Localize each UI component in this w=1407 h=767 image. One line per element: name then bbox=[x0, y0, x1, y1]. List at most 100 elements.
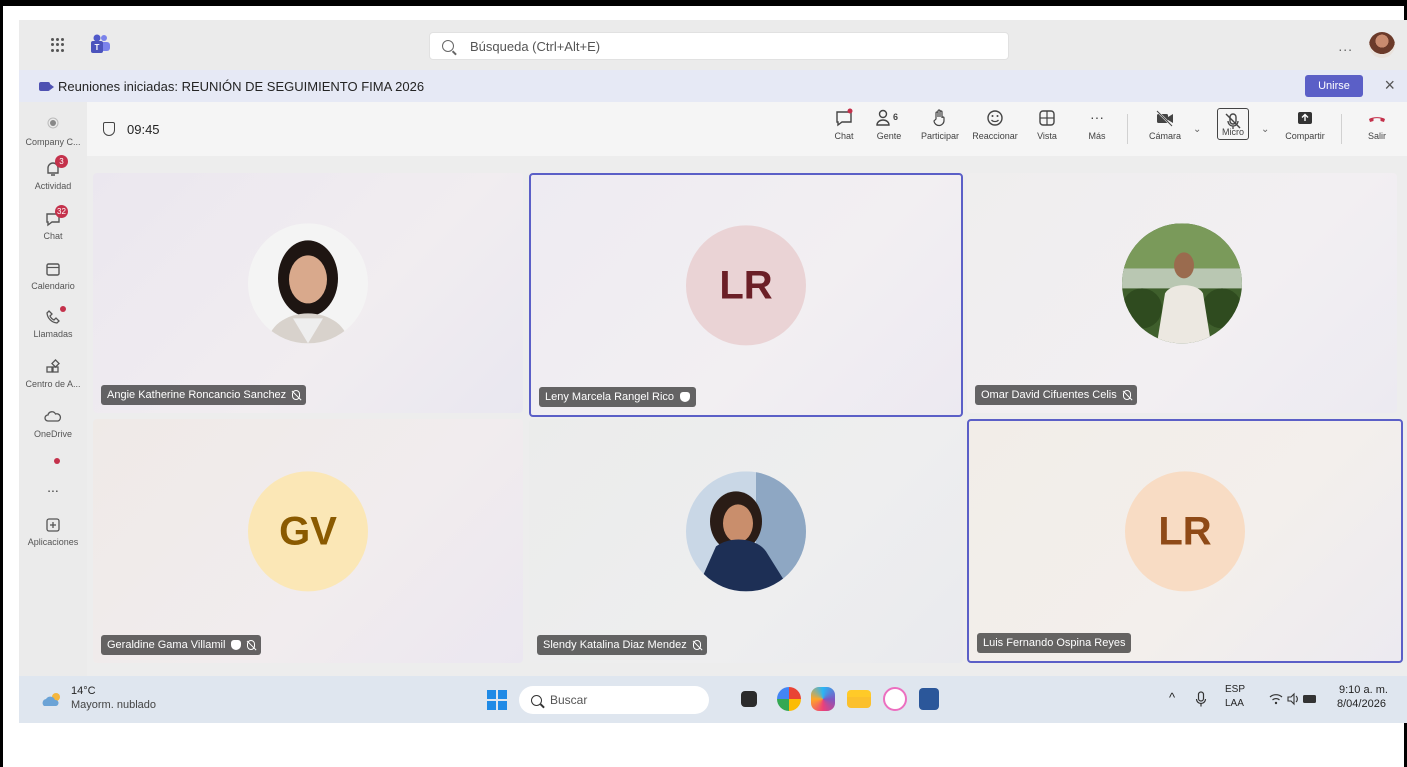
weather-description[interactable]: Mayorm. nublado bbox=[71, 699, 156, 711]
view-button[interactable]: Vista bbox=[1019, 108, 1075, 152]
participant-tile[interactable]: Angie Katherine Roncancio Sanchez bbox=[93, 173, 523, 413]
participant-name: Geraldine Gama Villamil bbox=[107, 639, 226, 651]
clock-date[interactable]: 8/04/2026 bbox=[1337, 698, 1386, 710]
view-label: Vista bbox=[1037, 131, 1057, 141]
add-app-icon bbox=[46, 518, 60, 532]
people-icon: 6 bbox=[876, 108, 899, 128]
taskbar-search[interactable]: Buscar bbox=[519, 686, 709, 714]
mic-button[interactable]: Micro bbox=[1205, 108, 1261, 152]
company-icon bbox=[47, 117, 59, 129]
react-label: Reaccionar bbox=[972, 131, 1018, 141]
rail-item-apps-center[interactable]: Centro de A... bbox=[19, 358, 87, 389]
participant-tile[interactable]: Slendy Katalina Diaz Mendez bbox=[529, 419, 963, 663]
rail-item-more[interactable]: ... bbox=[19, 458, 87, 495]
raised-hand-icon bbox=[680, 392, 691, 402]
rail-item-calendar[interactable]: Calendario bbox=[19, 260, 87, 291]
camera-off-icon bbox=[1155, 108, 1175, 128]
teams-window: T Búsqueda (Ctrl+Alt+E) ... Reuniones in… bbox=[19, 20, 1407, 723]
title-bar: T Búsqueda (Ctrl+Alt+E) ... bbox=[19, 20, 1407, 70]
mic-off-icon bbox=[1122, 390, 1131, 400]
chat-badge: 32 bbox=[55, 205, 68, 218]
camera-label: Cámara bbox=[1148, 131, 1181, 141]
participant-name: Luis Fernando Ospina Reyes bbox=[983, 637, 1126, 649]
task-view-icon[interactable] bbox=[741, 691, 757, 707]
rail-item-onedrive[interactable]: OneDrive bbox=[19, 408, 87, 439]
camera-options-chevron-icon[interactable]: ⌄ bbox=[1193, 124, 1201, 135]
people-count: 6 bbox=[893, 112, 898, 122]
mic-options-chevron-icon[interactable]: ⌄ bbox=[1261, 124, 1269, 135]
search-icon bbox=[531, 694, 542, 706]
rail-item-activity[interactable]: 3 Actividad bbox=[19, 155, 87, 191]
rail-label: Centro de A... bbox=[25, 379, 81, 389]
file-explorer-icon[interactable] bbox=[847, 690, 871, 708]
join-button[interactable]: Unirse bbox=[1305, 75, 1363, 97]
bell-icon: 3 bbox=[44, 155, 68, 178]
participant-tile-active-speaker[interactable]: LR Luis Fernando Ospina Reyes bbox=[967, 419, 1403, 663]
camera-button[interactable]: Cámara bbox=[1137, 108, 1193, 152]
participant-name-tag: Omar David Cifuentes Celis bbox=[975, 385, 1137, 405]
language-code[interactable]: ESP bbox=[1225, 684, 1245, 695]
rail-label: Llamadas bbox=[33, 329, 73, 339]
music-app-icon[interactable] bbox=[883, 687, 907, 711]
app-launcher-icon[interactable] bbox=[51, 38, 65, 52]
activity-badge: 3 bbox=[55, 155, 68, 168]
leave-button[interactable]: Salir bbox=[1349, 108, 1405, 152]
participant-name-tag: Slendy Katalina Diaz Mendez bbox=[537, 635, 707, 655]
rail-item-chat[interactable]: 32 Chat bbox=[19, 205, 87, 241]
mic-off-icon bbox=[292, 390, 301, 400]
more-dots-icon bbox=[44, 458, 62, 476]
raise-hand-button[interactable]: Participar bbox=[912, 108, 968, 152]
chrome-icon[interactable] bbox=[777, 687, 801, 711]
participant-name-tag: Luis Fernando Ospina Reyes bbox=[977, 633, 1132, 653]
mic-off-icon bbox=[247, 640, 256, 650]
keyboard-layout[interactable]: LAA bbox=[1225, 698, 1244, 709]
phone-icon bbox=[44, 306, 66, 326]
calendar-icon bbox=[46, 263, 60, 276]
more-label: Más bbox=[1088, 131, 1106, 141]
smiley-icon bbox=[985, 108, 1005, 128]
participant-name-tag: Geraldine Gama Villamil bbox=[101, 635, 262, 655]
rail-label: Actividad bbox=[34, 181, 72, 191]
chat-icon: 32 bbox=[44, 205, 68, 228]
search-input[interactable]: Búsqueda (Ctrl+Alt+E) bbox=[429, 32, 1009, 60]
rail-item-calls[interactable]: Llamadas bbox=[19, 306, 87, 339]
rail-item-company[interactable]: Company C... bbox=[19, 116, 87, 147]
people-button[interactable]: 6 Gente bbox=[861, 108, 917, 152]
participant-name: Leny Marcela Rangel Rico bbox=[545, 391, 675, 403]
network-volume-battery-icon[interactable] bbox=[1269, 692, 1319, 706]
participant-tile[interactable]: GV Geraldine Gama Villamil bbox=[93, 419, 523, 663]
microphone-icon[interactable] bbox=[1195, 691, 1207, 707]
rail-label: ... bbox=[47, 479, 59, 495]
toolbar-divider bbox=[1341, 114, 1342, 144]
participant-initials: GV bbox=[248, 471, 368, 592]
windows-start-icon[interactable] bbox=[487, 690, 507, 710]
weather-cloud-icon[interactable] bbox=[41, 691, 65, 707]
show-hidden-icons-chevron-icon[interactable]: ^ bbox=[1169, 690, 1175, 705]
more-button[interactable]: ··· Más bbox=[1069, 108, 1125, 152]
user-avatar[interactable] bbox=[1369, 32, 1395, 58]
participant-photo bbox=[686, 471, 806, 592]
participant-name: Omar David Cifuentes Celis bbox=[981, 389, 1117, 401]
participant-tile-active-speaker[interactable]: LR Leny Marcela Rangel Rico bbox=[529, 173, 963, 417]
share-button[interactable]: Compartir bbox=[1277, 108, 1333, 152]
participant-tile[interactable]: Omar David Cifuentes Celis bbox=[967, 173, 1397, 413]
chat-icon bbox=[834, 108, 854, 128]
hang-up-icon bbox=[1367, 108, 1387, 128]
svg-text:T: T bbox=[95, 43, 100, 52]
more-options-button[interactable]: ... bbox=[1338, 38, 1353, 54]
ellipsis-icon: ··· bbox=[1090, 109, 1104, 125]
share-label: Compartir bbox=[1285, 131, 1325, 141]
clock-time[interactable]: 9:10 a. m. bbox=[1339, 684, 1388, 696]
weather-temperature[interactable]: 14°C bbox=[71, 685, 96, 697]
close-icon[interactable]: × bbox=[1384, 75, 1395, 96]
meeting-started-banner: Reuniones iniciadas: REUNIÓN DE SEGUIMIE… bbox=[19, 70, 1407, 102]
word-icon[interactable] bbox=[919, 688, 939, 710]
taskbar-search-label: Buscar bbox=[550, 693, 588, 707]
rail-item-applications[interactable]: Aplicaciones bbox=[19, 516, 87, 547]
mic-label: Micro bbox=[1222, 127, 1244, 137]
left-rail: Company C... 3 Actividad 32 Chat Calenda… bbox=[19, 102, 87, 676]
participant-name-tag: Angie Katherine Roncancio Sanchez bbox=[101, 385, 307, 405]
rail-label: Chat bbox=[43, 231, 63, 241]
react-button[interactable]: Reaccionar bbox=[967, 108, 1023, 152]
copilot-icon[interactable] bbox=[811, 687, 835, 711]
